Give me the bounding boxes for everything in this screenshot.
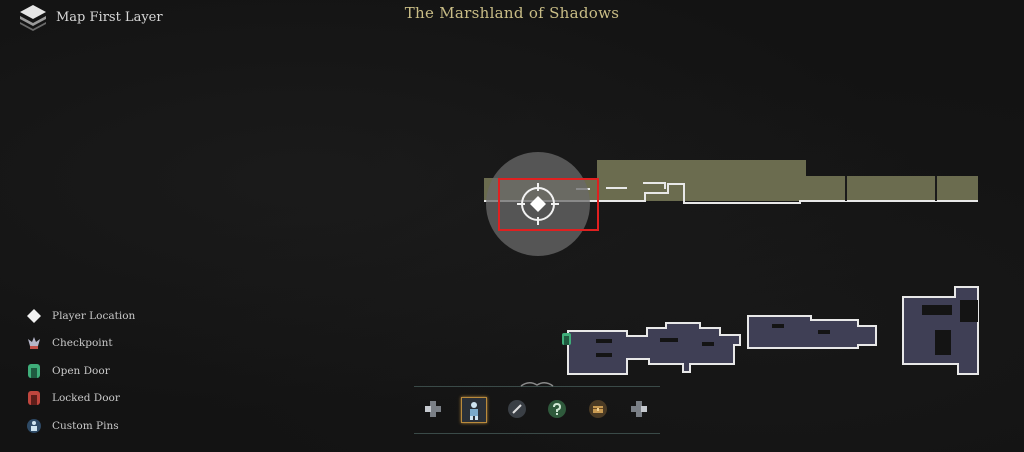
character-icon [470, 402, 478, 420]
ornament-icon [520, 382, 554, 387]
legend-label: Open Door [52, 364, 110, 377]
diamond-icon [26, 308, 42, 324]
sword-pin-button[interactable] [505, 397, 529, 421]
sword-icon [508, 400, 526, 418]
legend-item-custom-pins[interactable]: Custom Pins [26, 412, 135, 440]
dpad-right-icon[interactable] [627, 397, 651, 421]
character-pin-button[interactable] [461, 397, 487, 423]
open-door-icon [26, 363, 42, 379]
dpad-left-icon[interactable] [421, 397, 445, 421]
pin-toolbar [414, 382, 660, 434]
player-location-marker[interactable] [486, 152, 590, 256]
legend-item-player-location[interactable]: Player Location [26, 302, 135, 330]
question-pin-button[interactable] [545, 397, 569, 421]
toolbar-bottom-rule [414, 433, 660, 434]
legend-label: Locked Door [52, 392, 120, 405]
legend-label: Player Location [52, 309, 136, 322]
legend-item-open-door[interactable]: Open Door [26, 357, 135, 385]
locked-door-icon [26, 390, 42, 406]
region-title: The Marshland of Shadows [404, 4, 620, 22]
lower-rooms [567, 286, 979, 375]
legend-label: Custom Pins [52, 419, 119, 432]
chest-icon [589, 400, 607, 418]
legend-item-checkpoint[interactable]: Checkpoint [26, 330, 135, 358]
checkpoint-icon [26, 335, 42, 351]
legend-label: Checkpoint [52, 337, 113, 350]
question-icon [548, 400, 566, 418]
map-legend: Player Location Checkpoint Open Door Loc… [26, 302, 135, 440]
legend-item-locked-door[interactable]: Locked Door [26, 385, 135, 413]
chest-pin-button[interactable] [586, 397, 610, 421]
open-door-marker[interactable] [562, 333, 571, 345]
custom-pin-icon [26, 418, 42, 434]
